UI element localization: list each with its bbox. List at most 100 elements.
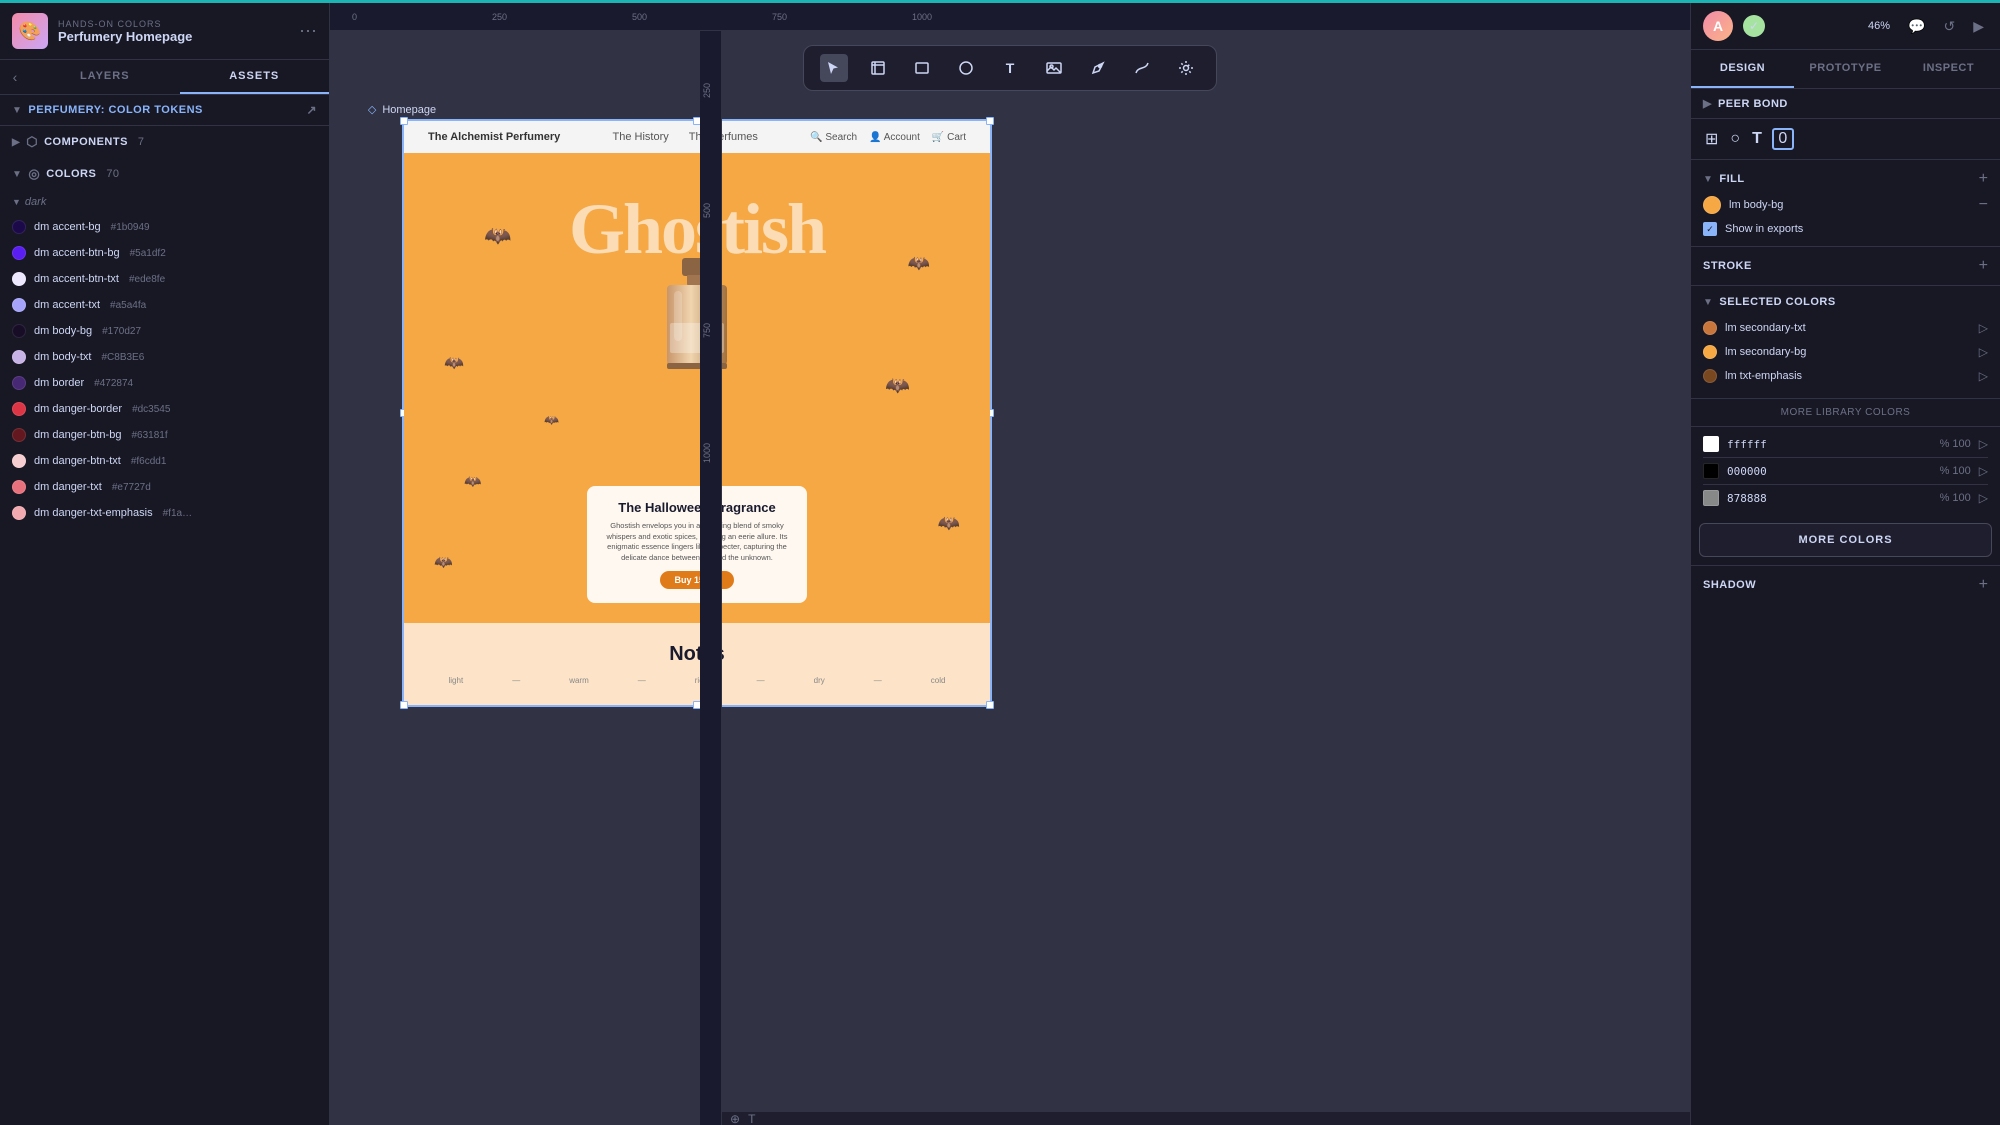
text-tool[interactable]: T [996, 54, 1024, 82]
stroke-add-button[interactable]: + [1979, 257, 1988, 275]
selected-colors-header: ▼ SELECTED COLORS [1703, 296, 1988, 308]
tab-design[interactable]: DESIGN [1691, 50, 1794, 88]
sidebar-header: 🎨 HANDS-ON COLORS Perfumery Homepage ⋯ [0, 3, 329, 60]
more-colors-button[interactable]: MORE COLORS [1699, 523, 1992, 557]
color-hex: #ede8fe [129, 274, 165, 285]
bat-4: 🦇 [885, 373, 910, 398]
tab-assets[interactable]: ASSETS [180, 60, 330, 94]
hex-row-white: ffffff % 100 ▷ [1703, 431, 1988, 458]
user-check-icon: ✓ [1743, 15, 1765, 37]
share-icon[interactable]: ▶ [1969, 18, 1988, 35]
cursor-tool[interactable] [820, 54, 848, 82]
more-library-colors-button[interactable]: MORE LIBRARY COLORS [1691, 399, 2000, 427]
hex-swatch-gray [1703, 490, 1719, 506]
tab-layers[interactable]: LAYERS [30, 60, 180, 94]
rectangle-tool[interactable] [908, 54, 936, 82]
hex-arrow-gray[interactable]: ▷ [1979, 491, 1988, 505]
sc-arrow-2[interactable]: ▷ [1979, 345, 1988, 359]
export-icon[interactable]: ↗ [306, 103, 317, 117]
color-hex: #1b0949 [111, 222, 150, 233]
number-icon[interactable]: 0 [1772, 128, 1794, 150]
colors-section-header[interactable]: ▼ ◎ COLORS 70 [0, 158, 329, 190]
fill-color-name[interactable]: lm body-bg [1729, 199, 1971, 211]
asset-section-title: PERFUMERY: COLOR TOKENS [28, 104, 202, 116]
selected-colors-section: ▼ SELECTED COLORS lm secondary-txt ▷ lm … [1691, 286, 2000, 399]
list-item[interactable]: dm danger-btn-bg #63181f [0, 422, 329, 448]
fill-add-button[interactable]: + [1979, 170, 1988, 188]
hex-arrow-white[interactable]: ▷ [1979, 437, 1988, 451]
list-item[interactable]: dm accent-txt #a5a4fa [0, 292, 329, 318]
list-item[interactable]: dm body-bg #170d27 [0, 318, 329, 344]
selected-colors-arrow-icon: ▼ [1703, 297, 1713, 308]
bat-8: 🦇 [434, 553, 453, 571]
bottom-tool-1[interactable]: ⊕ [730, 1112, 740, 1125]
pen-tool[interactable] [1084, 54, 1112, 82]
show-in-exports-checkbox[interactable]: ✓ [1703, 222, 1717, 236]
fill-color-swatch[interactable] [1703, 196, 1721, 214]
sc-arrow-3[interactable]: ▷ [1979, 369, 1988, 383]
image-tool[interactable] [1040, 54, 1068, 82]
app-title: Perfumery Homepage [58, 29, 289, 44]
selected-color-row: lm secondary-bg ▷ [1703, 340, 1988, 364]
list-item[interactable]: dm border #472874 [0, 370, 329, 396]
sc-name-3: lm txt-emphasis [1725, 370, 1971, 382]
color-name: dm accent-txt [34, 299, 100, 311]
nav-back-button[interactable]: ‹ [0, 60, 30, 94]
path-tool[interactable] [1128, 54, 1156, 82]
fill-remove-button[interactable]: − [1979, 196, 1988, 214]
design-hero: Ghostish 🦇 🦇 🦇 🦇 🦇 🦇 🦇 🦇 [404, 153, 990, 623]
list-item[interactable]: dm danger-btn-txt #f6cdd1 [0, 448, 329, 474]
menu-icon[interactable]: ⋯ [299, 21, 317, 42]
nav-action-cart: 🛒 Cart [932, 132, 966, 143]
sc-arrow-1[interactable]: ▷ [1979, 321, 1988, 335]
design-nav-links: The History The Perfumes [560, 131, 810, 143]
right-tabs: DESIGN PROTOTYPE INSPECT [1691, 50, 2000, 89]
color-hex: #472874 [94, 378, 133, 389]
components-section-header[interactable]: ▶ ⬡ COMPONENTS 7 [0, 126, 329, 158]
handle-bl[interactable] [400, 701, 408, 709]
bat-3: 🦇 [444, 353, 464, 373]
list-item[interactable]: dm body-txt #C8B3E6 [0, 344, 329, 370]
list-item[interactable]: dm accent-btn-txt #ede8fe [0, 266, 329, 292]
list-item[interactable]: dm accent-btn-bg #5a1df2 [0, 240, 329, 266]
type-icon[interactable]: T [1750, 128, 1764, 150]
color-name: dm body-bg [34, 325, 92, 337]
show-in-exports-label: Show in exports [1725, 223, 1803, 235]
color-name: dm danger-txt-emphasis [34, 507, 153, 519]
shadow-add-button[interactable]: + [1979, 576, 1988, 594]
canvas-frame: The Alchemist Perfumery The History The … [402, 119, 992, 707]
settings-tool[interactable] [1172, 54, 1200, 82]
product-btn[interactable]: Buy 150ml [660, 571, 733, 589]
frame-tool[interactable] [864, 54, 892, 82]
list-item[interactable]: dm accent-bg #1b0949 [0, 214, 329, 240]
stroke-row: STROKE + [1703, 257, 1988, 275]
ruler-mark-500: 500 [632, 12, 647, 22]
asset-section-header[interactable]: ▼ PERFUMERY: COLOR TOKENS ↗ [0, 95, 329, 126]
ruler-mark-0: 0 [352, 12, 357, 22]
shadow-section: SHADOW + [1691, 565, 2000, 604]
canvas-bottom-bar: ⊕ T [722, 1111, 1690, 1125]
tab-inspect[interactable]: INSPECT [1897, 50, 2000, 88]
list-item[interactable]: dm danger-txt-emphasis #f1a… [0, 500, 329, 526]
components-arrow-icon: ▶ [12, 137, 20, 148]
circle-tool[interactable] [952, 54, 980, 82]
bat-6: 🦇 [938, 513, 960, 534]
handle-tr[interactable] [986, 117, 994, 125]
comment-icon[interactable]: 💬 [1904, 18, 1929, 35]
align-icon[interactable]: ⊞ [1703, 127, 1720, 151]
history-icon[interactable]: ↺ [1939, 18, 1959, 35]
hex-arrow-black[interactable]: ▷ [1979, 464, 1988, 478]
hex-value-gray: 878888 [1727, 492, 1923, 505]
list-item[interactable]: dm danger-txt #e7727d [0, 474, 329, 500]
bottom-tool-2[interactable]: T [748, 1112, 755, 1125]
handle-br[interactable] [986, 701, 994, 709]
frame-icon: ◇ [368, 103, 376, 116]
handle-tl[interactable] [400, 117, 408, 125]
color-hex: #170d27 [102, 326, 141, 337]
list-item[interactable]: dm danger-border #dc3545 [0, 396, 329, 422]
zoom-level[interactable]: 46% [1864, 20, 1894, 32]
color-hex: #63181f [131, 430, 167, 441]
tab-prototype[interactable]: PROTOTYPE [1794, 50, 1897, 88]
group-dark-header[interactable]: ▼ dark [0, 190, 329, 214]
round-icon[interactable]: ○ [1728, 128, 1742, 150]
